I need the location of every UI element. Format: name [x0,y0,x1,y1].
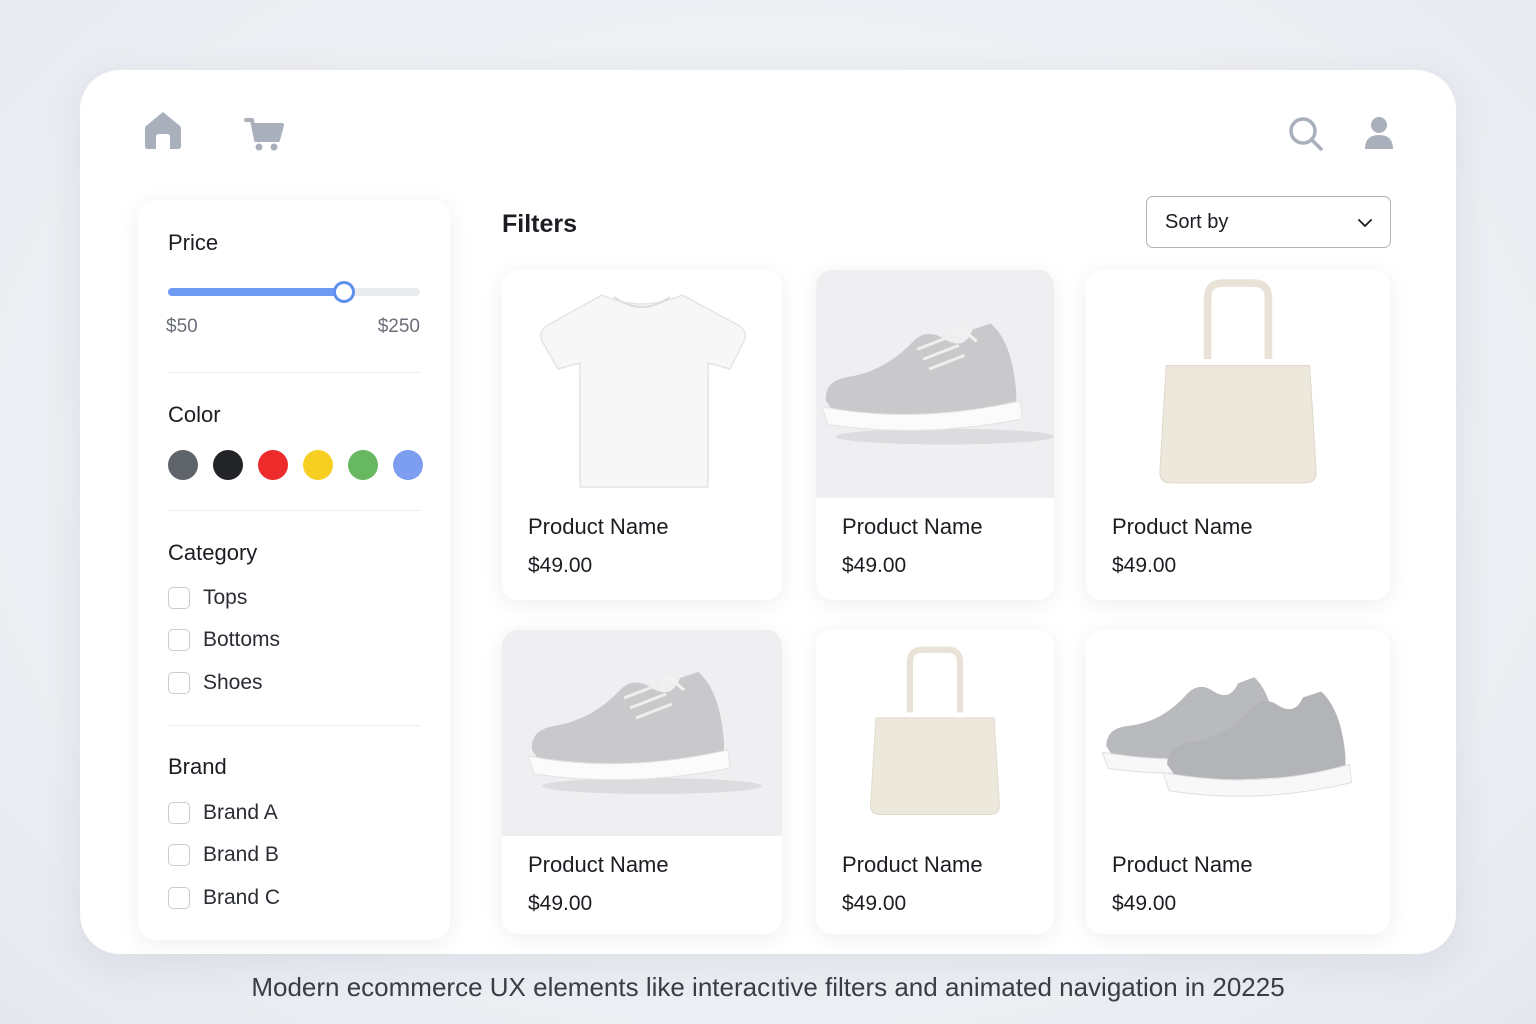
product-name[interactable]: Product Name [528,852,669,878]
sort-dropdown[interactable]: Sort by [1146,196,1391,248]
checkbox-label: Brand B [203,843,279,866]
product-name[interactable]: Product Name [528,514,669,540]
color-swatch[interactable] [393,450,423,480]
price-slider[interactable] [168,281,420,303]
product-card[interactable]: Product Name $49.00 [502,270,782,600]
page-title: Filters [502,210,578,238]
checkbox-label: Brand C [203,886,281,909]
checkbox-label: Tops [203,586,248,609]
color-swatches [168,450,423,480]
divider [168,725,420,726]
product-image[interactable] [1086,630,1390,836]
home-icon[interactable] [144,110,182,150]
brand-option-c[interactable]: Brand C [168,886,280,910]
product-price: $49.00 [842,554,907,577]
color-swatch[interactable] [258,450,288,480]
checkbox[interactable] [168,802,190,824]
price-slider-fill [168,288,345,296]
product-card[interactable]: Product Name $49.00 [816,630,1054,934]
divider [168,372,420,373]
checkbox[interactable] [168,844,190,866]
checkbox-label: Brand A [203,801,278,824]
price-min-label: $50 [166,316,198,337]
chevron-down-icon [1358,211,1372,234]
search-icon[interactable] [1288,116,1324,152]
price-filter-title: Price [168,230,219,255]
product-price: $49.00 [1112,892,1177,915]
checkbox[interactable] [168,629,190,651]
user-icon[interactable] [1364,116,1394,150]
category-option-bottoms[interactable]: Bottoms [168,628,280,652]
cart-icon[interactable] [244,116,284,152]
color-swatch[interactable] [348,450,378,480]
filter-sidebar: Price $50 $250 Color Category Tops Botto… [138,200,450,940]
checkbox-label: Shoes [203,671,263,694]
color-swatch[interactable] [213,450,243,480]
category-filter-title: Category [168,540,258,565]
brand-filter-title: Brand [168,754,227,779]
app-window: Price $50 $250 Color Category Tops Botto… [80,70,1456,954]
product-image[interactable] [502,630,782,836]
product-name[interactable]: Product Name [842,852,983,878]
checkbox[interactable] [168,672,190,694]
product-image[interactable] [816,630,1054,836]
sort-dropdown-label: Sort by [1165,210,1229,233]
color-filter-title: Color [168,402,221,427]
product-price: $49.00 [528,554,593,577]
price-slider-handle[interactable] [333,281,356,303]
product-card[interactable]: Product Name $49.00 [1086,630,1390,934]
product-card[interactable]: Product Name $49.00 [502,630,782,934]
product-name[interactable]: Product Name [1112,852,1253,878]
brand-option-a[interactable]: Brand A [168,801,278,825]
product-price: $49.00 [1112,554,1177,577]
divider [168,510,420,511]
product-card[interactable]: Product Name $49.00 [816,270,1054,600]
product-card[interactable]: Product Name $49.00 [1086,270,1390,600]
color-swatch[interactable] [303,450,333,480]
category-option-shoes[interactable]: Shoes [168,671,263,695]
product-name[interactable]: Product Name [1112,514,1253,540]
price-max-label: $250 [377,316,420,337]
product-name[interactable]: Product Name [842,514,983,540]
product-image[interactable] [502,270,782,498]
brand-option-b[interactable]: Brand B [168,843,279,867]
checkbox-label: Bottoms [203,628,281,651]
category-option-tops[interactable]: Tops [168,586,247,610]
checkbox[interactable] [168,587,190,609]
caption: Modern ecommerce UX elements like intera… [251,972,1285,1002]
product-price: $49.00 [528,892,593,915]
product-image[interactable] [816,270,1054,498]
product-image[interactable] [1086,270,1390,498]
color-swatch[interactable] [168,450,198,480]
product-price: $49.00 [842,892,907,915]
checkbox[interactable] [168,887,190,909]
